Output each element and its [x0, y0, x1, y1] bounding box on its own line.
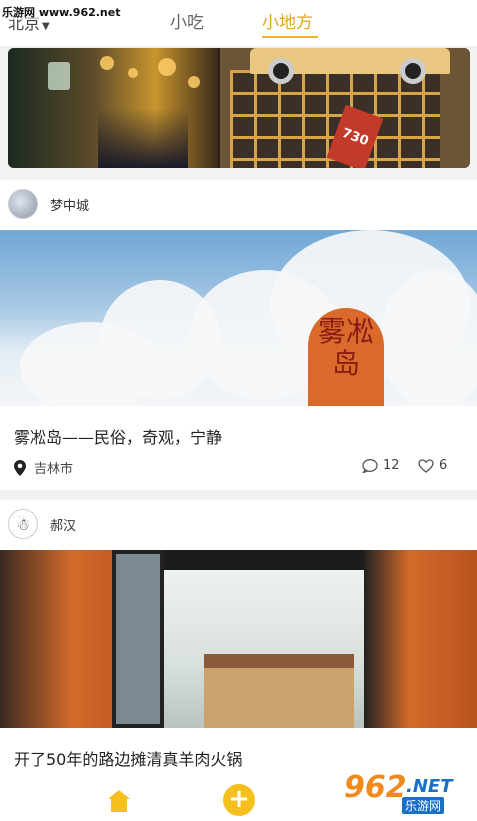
- watermark-text: 乐游网 www.962.net: [2, 4, 121, 20]
- photo-rock-inscription: 雾凇岛: [308, 308, 384, 406]
- chevron-down-icon: ▼: [42, 21, 50, 32]
- post-card[interactable]: 梦中城 雾凇岛 雾凇岛——民俗，奇观，宁静 吉林市 12 6: [0, 180, 477, 490]
- post-author[interactable]: 梦中城: [8, 188, 89, 220]
- post-title[interactable]: 雾凇岛——民俗，奇观，宁静: [14, 424, 222, 448]
- heart-icon: [418, 458, 434, 473]
- post-title[interactable]: 开了50年的路边摊清真羊肉火锅: [14, 746, 242, 770]
- like-count[interactable]: 6: [418, 458, 447, 473]
- tab-snacks[interactable]: 小吃: [170, 8, 204, 33]
- plus-circle-icon[interactable]: +: [223, 784, 255, 816]
- active-tab-indicator: [262, 36, 318, 38]
- home-icon[interactable]: [106, 788, 132, 814]
- banner-image-night-street: [8, 48, 218, 168]
- banner-image-vintage-car: 730: [220, 48, 470, 168]
- site-logo: 962 .NET 乐游网: [344, 770, 470, 816]
- avatar[interactable]: [8, 189, 38, 219]
- logo-subtitle: 乐游网: [402, 797, 445, 814]
- banner-carousel[interactable]: 730: [8, 48, 470, 168]
- post-photo[interactable]: [0, 550, 477, 728]
- tab-small-places[interactable]: 小地方: [262, 8, 313, 33]
- avatar[interactable]: ☃: [8, 509, 38, 539]
- post-meta: 吉林市 12 6: [14, 458, 464, 478]
- logo-number: 962: [344, 770, 407, 805]
- author-name: 梦中城: [50, 198, 90, 214]
- post-location[interactable]: 吉林市: [14, 458, 73, 477]
- location-label: 吉林市: [34, 462, 74, 477]
- comment-count-value: 12: [383, 458, 400, 473]
- location-pin-icon: [14, 459, 26, 476]
- like-count-value: 6: [439, 458, 448, 473]
- logo-domain: .NET: [406, 776, 453, 797]
- post-author[interactable]: ☃ 郝汉: [8, 508, 76, 540]
- comment-count[interactable]: 12: [362, 458, 400, 473]
- comment-icon: [362, 458, 378, 473]
- author-name: 郝汉: [50, 518, 77, 534]
- post-photo[interactable]: 雾凇岛: [0, 230, 477, 406]
